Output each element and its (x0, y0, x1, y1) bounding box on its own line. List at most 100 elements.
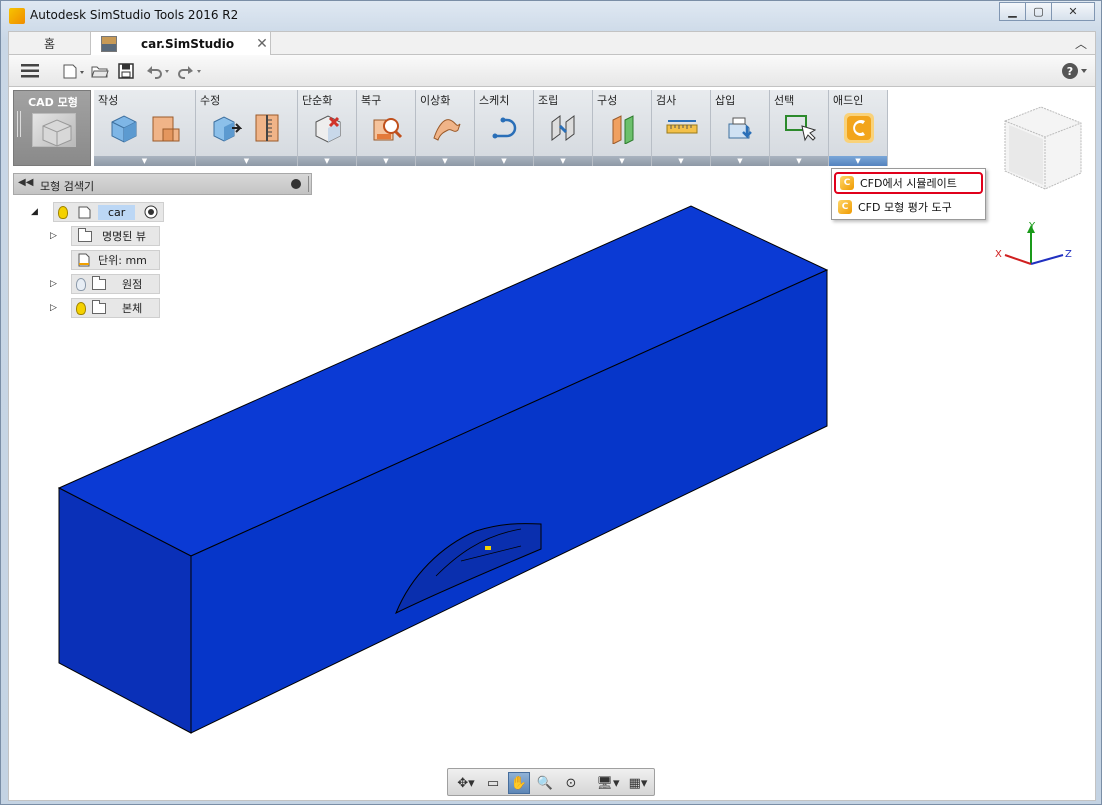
menu-icon[interactable] (19, 62, 41, 80)
expand-triangle-icon[interactable]: ▷ (50, 231, 57, 241)
axis-y-label: Y (1028, 221, 1036, 232)
ribbon-group-assemble[interactable]: 조립 ▼ (534, 90, 593, 166)
workspace-switcher[interactable]: CAD 모형 (13, 90, 91, 166)
model-viewport[interactable] (9, 196, 1095, 800)
ribbon-group-dropdown[interactable]: ▼ (416, 156, 474, 166)
ribbon-group-repair[interactable]: 복구 ▼ (357, 90, 416, 166)
ribbon-group-dropdown[interactable]: ▼ (711, 156, 769, 166)
maximize-button[interactable]: ▢ (1025, 2, 1052, 21)
display-settings-icon[interactable]: 🖥▾ (594, 772, 622, 794)
chevron-up-icon[interactable]: ︿ (1075, 35, 1087, 52)
viewcube[interactable] (1001, 101, 1091, 191)
split-body-icon[interactable] (252, 112, 284, 144)
ribbon-group-dropdown[interactable]: ▼ (357, 156, 415, 166)
tree-item-label: 본체 (122, 302, 143, 315)
expand-triangle-icon[interactable]: ▷ (50, 303, 57, 313)
ribbon-group-idealize[interactable]: 이상화 ▼ (416, 90, 475, 166)
folder-icon (92, 275, 106, 290)
ribbon-group-construct[interactable]: 구성 ▼ (593, 90, 652, 166)
ribbon-group-label: 복구 (361, 94, 382, 107)
tree-item-named-views[interactable]: 명명된 뷰 (71, 226, 160, 246)
ribbon-group-dropdown[interactable]: ▼ (298, 156, 356, 166)
box-icon[interactable] (108, 112, 140, 144)
tab-car-simstudio[interactable]: car.SimStudio ✕ (91, 32, 271, 55)
ribbon-group-inspect[interactable]: 검사 ▼ (652, 90, 711, 166)
tab-close-icon[interactable]: ✕ (256, 36, 268, 52)
ribbon-group-modify[interactable]: 수정 ▼ (196, 90, 298, 166)
close-button[interactable]: ✕ (1051, 2, 1095, 21)
panel-grip[interactable] (308, 176, 311, 192)
ribbon-group-addins[interactable]: 애드인 ▼ (829, 90, 888, 166)
collapse-left-icon[interactable]: ◀◀ (18, 177, 33, 188)
select-window-icon[interactable] (784, 112, 816, 144)
ribbon-group-dropdown[interactable]: ▼ (652, 156, 710, 166)
zoom-icon[interactable]: 🔍 (534, 772, 556, 794)
cfd-addin-icon[interactable] (843, 112, 875, 144)
tree-item-label: 원점 (122, 278, 143, 291)
new-file-icon[interactable] (61, 62, 87, 80)
ribbon-group-simplify[interactable]: 단순화 ▼ (298, 90, 357, 166)
ribbon-group-dropdown[interactable]: ▼ (475, 156, 533, 166)
extrude-icon[interactable] (150, 112, 182, 144)
pan-hand-icon[interactable]: ✋ (508, 772, 530, 794)
ribbon-group-create[interactable]: 작성 ▼ (94, 90, 196, 166)
idealize-surface-icon[interactable] (430, 112, 462, 144)
tree-root-car[interactable]: car (53, 202, 164, 222)
ribbon-group-dropdown[interactable]: ▼ (94, 156, 195, 166)
undo-icon[interactable] (143, 62, 173, 80)
ribbon-group-label: 구성 (597, 94, 618, 107)
push-pull-icon[interactable] (210, 112, 242, 144)
visibility-bulb-icon[interactable] (76, 277, 86, 291)
minimize-button[interactable]: ▁ (999, 2, 1026, 21)
grid-settings-icon[interactable]: ▦▾ (624, 772, 652, 794)
expand-triangle-icon[interactable]: ◢ (31, 207, 38, 217)
ribbon-group-dropdown[interactable]: ▼ (770, 156, 828, 166)
app-logo-icon (9, 8, 25, 24)
sketch-arc-icon[interactable] (489, 112, 521, 144)
cfd-icon: C (840, 176, 854, 190)
tree-item-units[interactable]: 단위: mm (71, 250, 160, 270)
repair-icon[interactable] (371, 112, 403, 144)
ribbon-group-insert[interactable]: 삽입 ▼ (711, 90, 770, 166)
visibility-bulb-icon[interactable] (76, 301, 86, 315)
remove-features-icon[interactable] (312, 112, 344, 144)
tab-car-simstudio-label: car.SimStudio (141, 36, 235, 51)
folder-icon (78, 227, 92, 242)
look-at-icon[interactable]: ▭ (482, 772, 504, 794)
construction-plane-icon[interactable] (607, 112, 639, 144)
ribbon-group-dropdown[interactable]: ▼ (829, 156, 887, 166)
ribbon-group-sketch[interactable]: 스케치 ▼ (475, 90, 534, 166)
measure-icon[interactable] (666, 112, 698, 144)
navigation-bar: ✥▾ ▭ ✋ 🔍 ⊙ 🖥▾ ▦▾ (447, 768, 655, 796)
visibility-bulb-icon[interactable] (58, 205, 68, 219)
axis-triad: Y X Z (995, 221, 1072, 265)
ribbon-group-label: 애드인 (833, 94, 864, 107)
window-controls: ▁ ▢ ✕ (999, 2, 1095, 21)
zoom-fit-icon[interactable]: ⊙ (560, 772, 582, 794)
ribbon-group-dropdown[interactable]: ▼ (534, 156, 592, 166)
minimize-panel-icon[interactable] (291, 179, 301, 189)
ribbon-group-label: 작성 (98, 94, 119, 107)
tree-item-label: 단위: mm (98, 254, 147, 267)
orbit-icon[interactable]: ✥▾ (452, 772, 480, 794)
activate-radio-icon[interactable] (143, 204, 159, 220)
ribbon-group-dropdown[interactable]: ▼ (196, 156, 297, 166)
tab-home[interactable]: 홈 (9, 32, 91, 55)
ribbon-group-label: 검사 (656, 94, 677, 107)
tree-item-bodies[interactable]: 본체 (71, 298, 160, 318)
component-icon (78, 206, 91, 219)
help-icon[interactable]: ? (1061, 62, 1091, 80)
tree-item-origin[interactable]: 원점 (71, 274, 160, 294)
ribbon-group-select[interactable]: 선택 ▼ (770, 90, 829, 166)
menu-item-simulate-in-cfd[interactable]: C CFD에서 시뮬레이트 (834, 172, 983, 194)
joint-icon[interactable] (548, 112, 580, 144)
ribbon-group-label: 수정 (200, 94, 221, 107)
insert-icon[interactable] (725, 112, 757, 144)
open-folder-icon[interactable] (89, 62, 111, 80)
save-icon[interactable] (115, 62, 137, 80)
redo-icon[interactable] (175, 62, 205, 80)
expand-triangle-icon[interactable]: ▷ (50, 279, 57, 289)
ribbon-group-label: 삽입 (715, 94, 736, 107)
ribbon-group-dropdown[interactable]: ▼ (593, 156, 651, 166)
car-highlight (485, 546, 491, 550)
